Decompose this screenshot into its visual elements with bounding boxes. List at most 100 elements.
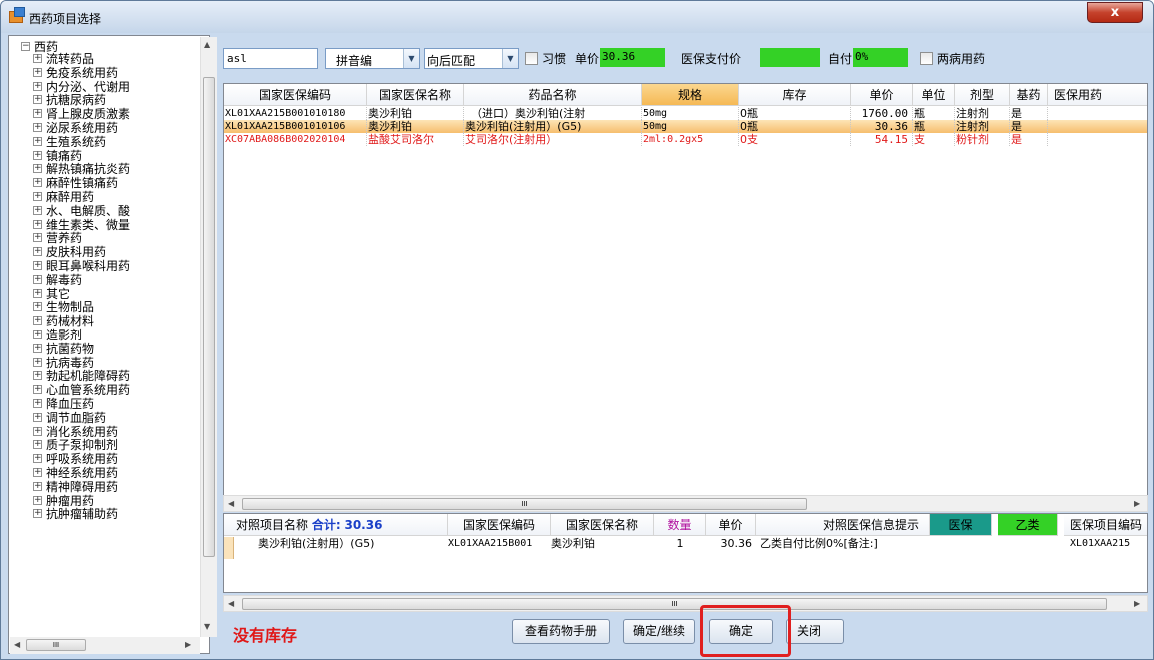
column-header[interactable]: 单位: [913, 84, 955, 106]
tree-item[interactable]: 水、电解质、酸: [46, 205, 130, 217]
chevron-down-icon[interactable]: ▼: [502, 49, 518, 68]
tree-item[interactable]: 皮肤科用药: [46, 246, 106, 258]
expand-icon[interactable]: +: [33, 150, 42, 160]
lower-hscroll-thumb[interactable]: III: [242, 598, 1107, 610]
expand-icon[interactable]: +: [33, 274, 42, 284]
tree-item[interactable]: 麻醉性镇痛药: [46, 177, 118, 189]
close-button[interactable]: 关闭: [786, 619, 844, 644]
tree-item[interactable]: 药械材料: [46, 315, 94, 327]
scroll-left-icon[interactable]: ◀: [228, 499, 234, 508]
expand-icon[interactable]: +: [33, 247, 42, 257]
grid-horizontal-scrollbar[interactable]: ◀ III ▶: [223, 495, 1148, 512]
expand-icon[interactable]: +: [33, 426, 42, 436]
expand-icon[interactable]: +: [33, 219, 42, 229]
expand-icon[interactable]: +: [33, 412, 42, 422]
scroll-left-icon[interactable]: ◀: [14, 640, 20, 649]
expand-icon[interactable]: +: [33, 136, 42, 146]
expand-icon[interactable]: +: [33, 454, 42, 464]
lower-cell-qty[interactable]: 1: [654, 537, 706, 550]
scroll-down-icon[interactable]: ▼: [204, 622, 210, 631]
tree-item[interactable]: 免疫系统用药: [46, 67, 118, 79]
expand-icon[interactable]: +: [33, 302, 42, 312]
scroll-left-icon[interactable]: ◀: [228, 599, 234, 608]
tree-item[interactable]: 心血管系统用药: [46, 384, 130, 396]
column-header[interactable]: 医保用药: [1048, 84, 1147, 106]
expand-icon[interactable]: +: [33, 95, 42, 105]
tree-item[interactable]: 抗病毒药: [46, 357, 94, 369]
confirm-continue-button[interactable]: 确定/继续: [623, 619, 695, 644]
tree-item[interactable]: 营养药: [46, 232, 82, 244]
tree-hscroll-thumb[interactable]: III: [26, 639, 86, 651]
tree-scroll-thumb[interactable]: [203, 77, 215, 557]
expand-icon[interactable]: +: [33, 440, 42, 450]
expand-icon[interactable]: +: [33, 261, 42, 270]
self-pay-field[interactable]: 0%: [853, 48, 908, 67]
column-header[interactable]: 国家医保编码: [224, 84, 367, 106]
expand-icon[interactable]: +: [33, 399, 42, 408]
scroll-right-icon[interactable]: ▶: [1134, 599, 1140, 608]
tree-horizontal-scrollbar[interactable]: ◀ III ▶: [10, 637, 200, 654]
column-header[interactable]: 剂型: [955, 84, 1010, 106]
tree-item[interactable]: 内分泌、代谢用: [46, 81, 130, 93]
tree-item[interactable]: 维生素类、微量: [46, 219, 130, 231]
two-disease-checkbox[interactable]: [920, 52, 933, 65]
tree-item[interactable]: 解毒药: [46, 274, 82, 286]
column-header[interactable]: 库存: [739, 84, 851, 106]
column-header[interactable]: 基药: [1010, 84, 1048, 106]
expand-icon[interactable]: +: [33, 385, 42, 395]
scroll-right-icon[interactable]: ▶: [185, 640, 191, 649]
tree-item[interactable]: 生物制品: [46, 301, 94, 313]
tree-item[interactable]: 肿瘤用药: [46, 495, 94, 507]
tree-item[interactable]: 抗肿瘤辅助药: [46, 508, 118, 520]
table-row[interactable]: XL01XAA215B001010180 奥沙利铂 （进口）奥沙利铂(注射 50mg 0…: [224, 107, 1147, 120]
insurance-price-field[interactable]: [760, 48, 820, 67]
expand-icon[interactable]: +: [33, 468, 42, 477]
tree-item[interactable]: 勃起机能障碍药: [46, 370, 130, 382]
tree-item[interactable]: 肾上腺皮质激素: [46, 108, 130, 120]
column-header[interactable]: 国家医保名称: [367, 84, 464, 106]
tree-item[interactable]: 镇痛药: [46, 150, 82, 162]
habit-checkbox[interactable]: [525, 52, 538, 65]
expand-icon[interactable]: +: [33, 371, 42, 381]
expand-icon[interactable]: +: [33, 67, 42, 77]
drug-manual-button[interactable]: 查看药物手册: [512, 619, 610, 644]
tree-item[interactable]: 抗菌药物: [46, 343, 94, 355]
table-row[interactable]: XC07ABA086B002020104 盐酸艾司洛尔 艾司洛尔(注射用） 2ml:0…: [224, 133, 1147, 146]
expand-icon[interactable]: +: [33, 205, 42, 215]
tree-item[interactable]: 解热镇痛抗炎药: [46, 163, 130, 175]
tree-item[interactable]: 调节血脂药: [46, 412, 106, 424]
grid-hscroll-thumb[interactable]: III: [242, 498, 807, 510]
expand-icon[interactable]: +: [33, 178, 42, 188]
expand-icon[interactable]: +: [33, 288, 42, 298]
column-header[interactable]: 规格: [642, 84, 739, 106]
tree-item[interactable]: 抗糖尿病药: [46, 94, 106, 106]
lower-horizontal-scrollbar[interactable]: ◀ III ▶: [223, 595, 1148, 612]
expand-icon[interactable]: +: [33, 109, 42, 119]
expand-icon[interactable]: +: [33, 316, 42, 326]
column-header[interactable]: 药品名称: [464, 84, 642, 106]
tree-item[interactable]: 降血压药: [46, 398, 94, 410]
expand-icon[interactable]: +: [33, 123, 42, 132]
tree-item[interactable]: 质子泵抑制剂: [46, 439, 118, 451]
expand-icon[interactable]: +: [33, 481, 42, 491]
tree-item[interactable]: 消化系统用药: [46, 426, 118, 438]
tree-item[interactable]: 流转药品: [46, 53, 94, 65]
expand-icon[interactable]: +: [33, 233, 42, 243]
tree-item[interactable]: 呼吸系统用药: [46, 453, 118, 465]
scroll-up-icon[interactable]: ▲: [204, 40, 210, 49]
tree-item[interactable]: 眼耳鼻喉科用药: [46, 260, 130, 272]
scroll-right-icon[interactable]: ▶: [1134, 499, 1140, 508]
column-header[interactable]: 单价: [851, 84, 913, 106]
tree-item[interactable]: 生殖系统药: [46, 136, 106, 148]
tree-item[interactable]: 神经系统用药: [46, 467, 118, 479]
tree-item[interactable]: 精神障碍用药: [46, 481, 118, 493]
table-row[interactable]: XL01XAA215B001010106 奥沙利铂 奥沙利铂(注射用）(G5) 50m…: [224, 120, 1147, 133]
expand-icon[interactable]: +: [33, 192, 42, 201]
search-input[interactable]: asl: [223, 48, 318, 69]
tree-item[interactable]: 麻醉用药: [46, 191, 94, 203]
expand-icon[interactable]: +: [33, 495, 42, 505]
expand-icon[interactable]: +: [33, 343, 42, 353]
expand-icon[interactable]: +: [33, 330, 42, 339]
input-mode-select[interactable]: 拼音编 ▼: [325, 48, 420, 69]
expand-icon[interactable]: +: [33, 357, 42, 367]
